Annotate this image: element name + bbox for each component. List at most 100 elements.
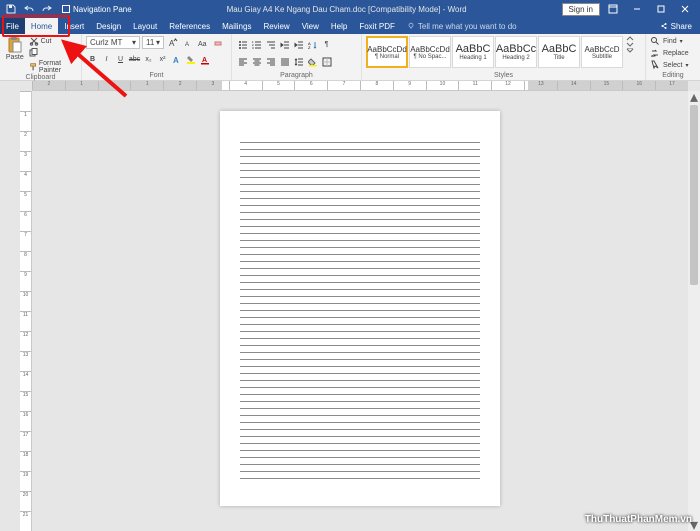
align-center-button[interactable] bbox=[250, 55, 263, 68]
tab-mailings[interactable]: Mailings bbox=[216, 18, 257, 34]
tab-references[interactable]: References bbox=[163, 18, 216, 34]
underline-button[interactable]: U bbox=[114, 53, 127, 66]
shading-button[interactable] bbox=[306, 55, 319, 68]
clear-format-button[interactable] bbox=[211, 36, 224, 49]
style-gallery[interactable]: AaBbCcDd¶ Normal AaBbCcDd¶ No Spac... Aa… bbox=[366, 36, 623, 68]
document-page[interactable] bbox=[220, 111, 500, 506]
minimize-icon[interactable] bbox=[626, 2, 648, 16]
change-case-button[interactable]: Aa bbox=[196, 36, 209, 49]
share-label: Share bbox=[671, 22, 692, 31]
share-button[interactable]: Share bbox=[652, 18, 700, 34]
chevron-down-icon bbox=[626, 42, 634, 47]
replace-button[interactable]: abReplace bbox=[650, 48, 689, 58]
style-heading1[interactable]: AaBbCHeading 1 bbox=[452, 36, 494, 68]
more-icon bbox=[626, 48, 634, 53]
paste-button[interactable]: Paste bbox=[4, 36, 26, 61]
font-size-combo[interactable]: 11▾ bbox=[142, 36, 164, 49]
tab-layout[interactable]: Layout bbox=[127, 18, 163, 34]
window-title: Mau Giay A4 Ke Ngang Dau Cham.doc [Compa… bbox=[132, 5, 562, 14]
highlight-button[interactable] bbox=[184, 53, 197, 66]
decrease-indent-button[interactable] bbox=[278, 38, 291, 51]
svg-text:A: A bbox=[185, 42, 189, 48]
chevron-down-icon: ▾ bbox=[680, 38, 683, 45]
group-font: Curlz MT▾ 11▾ A A Aa B I U abc x₂ x² A A… bbox=[82, 34, 232, 80]
group-clipboard: Paste Cut Copy Format Painter Clipboard bbox=[0, 34, 82, 80]
bold-button[interactable]: B bbox=[86, 53, 99, 66]
font-name-combo[interactable]: Curlz MT▾ bbox=[86, 36, 140, 49]
navigation-pane-toggle[interactable]: Navigation Pane bbox=[62, 5, 132, 14]
style-title[interactable]: AaBbCTitle bbox=[538, 36, 580, 68]
svg-text:A: A bbox=[173, 56, 179, 65]
scroll-up-icon[interactable]: ▴ bbox=[688, 91, 700, 103]
lightbulb-icon bbox=[407, 22, 415, 30]
bullets-button[interactable] bbox=[236, 38, 249, 51]
style-no-spacing[interactable]: AaBbCcDd¶ No Spac... bbox=[409, 36, 451, 68]
chevron-down-icon: ▾ bbox=[156, 38, 160, 47]
show-marks-button[interactable]: ¶ bbox=[320, 38, 333, 51]
cut-button[interactable]: Cut bbox=[29, 36, 77, 46]
text-effects-button[interactable]: A bbox=[170, 53, 183, 66]
group-label-editing: Editing bbox=[650, 72, 696, 80]
style-normal[interactable]: AaBbCcDd¶ Normal bbox=[366, 36, 408, 68]
tab-file[interactable]: File bbox=[0, 18, 25, 34]
vertical-scrollbar[interactable]: ▴ ▾ bbox=[688, 91, 700, 531]
ribbon-options-icon[interactable] bbox=[602, 2, 624, 16]
paste-icon bbox=[6, 36, 24, 54]
sort-button[interactable]: AZ bbox=[306, 38, 319, 51]
maximize-icon[interactable] bbox=[650, 2, 672, 16]
select-button[interactable]: Select▾ bbox=[650, 60, 689, 70]
justify-button[interactable] bbox=[278, 55, 291, 68]
superscript-button[interactable]: x² bbox=[156, 53, 169, 66]
strike-button[interactable]: abc bbox=[128, 53, 141, 66]
copy-button[interactable]: Copy bbox=[29, 48, 77, 58]
paste-label: Paste bbox=[6, 54, 24, 61]
shrink-font-button[interactable]: A bbox=[181, 36, 194, 49]
chevron-down-icon: ▾ bbox=[685, 62, 688, 69]
sign-in-button[interactable]: Sign in bbox=[562, 3, 600, 16]
italic-button[interactable]: I bbox=[100, 53, 113, 66]
line-spacing-button[interactable] bbox=[292, 55, 305, 68]
scroll-thumb[interactable] bbox=[690, 105, 698, 285]
ribbon: Paste Cut Copy Format Painter Clipboard … bbox=[0, 34, 700, 81]
chevron-up-icon bbox=[626, 36, 634, 41]
format-painter-icon bbox=[29, 62, 37, 72]
find-button[interactable]: Find▾ bbox=[650, 36, 689, 46]
multilevel-button[interactable] bbox=[264, 38, 277, 51]
tab-help[interactable]: Help bbox=[325, 18, 353, 34]
align-left-button[interactable] bbox=[236, 55, 249, 68]
subscript-button[interactable]: x₂ bbox=[142, 53, 155, 66]
tab-insert[interactable]: Insert bbox=[58, 18, 90, 34]
tab-view[interactable]: View bbox=[296, 18, 325, 34]
tab-review[interactable]: Review bbox=[257, 18, 295, 34]
tab-home[interactable]: Home bbox=[25, 18, 58, 34]
vertical-ruler[interactable]: 123456789101112131415161718192021 bbox=[20, 91, 32, 531]
numbering-button[interactable]: 123 bbox=[250, 38, 263, 51]
watermark: ThuThuatPhanMem.vn bbox=[585, 514, 692, 525]
style-heading2[interactable]: AaBbCcHeading 2 bbox=[495, 36, 537, 68]
borders-button[interactable] bbox=[320, 55, 333, 68]
grow-font-button[interactable]: A bbox=[166, 36, 179, 49]
cut-icon bbox=[29, 36, 39, 46]
canvas[interactable] bbox=[32, 91, 688, 531]
horizontal-ruler[interactable]: 211234567891011121314151617 bbox=[32, 81, 688, 91]
group-paragraph: 123 AZ ¶ Paragraph bbox=[232, 34, 362, 80]
close-icon[interactable] bbox=[674, 2, 696, 16]
format-painter-button[interactable]: Format Painter bbox=[29, 60, 77, 74]
tab-foxit[interactable]: Foxit PDF bbox=[353, 18, 401, 34]
increase-indent-button[interactable] bbox=[292, 38, 305, 51]
page-content-lines bbox=[240, 136, 480, 481]
svg-text:A: A bbox=[202, 57, 207, 64]
align-right-button[interactable] bbox=[264, 55, 277, 68]
style-subtitle[interactable]: AaBbCcDSubtitle bbox=[581, 36, 623, 68]
tell-me-search[interactable]: Tell me what you want to do bbox=[401, 18, 652, 34]
group-label-font: Font bbox=[86, 72, 227, 80]
document-area: 211234567891011121314151617 123456789101… bbox=[0, 81, 700, 531]
redo-icon[interactable] bbox=[40, 2, 54, 16]
tab-design[interactable]: Design bbox=[90, 18, 127, 34]
style-gallery-more[interactable] bbox=[626, 36, 636, 53]
undo-icon[interactable] bbox=[22, 2, 36, 16]
save-icon[interactable] bbox=[4, 2, 18, 16]
copy-icon bbox=[29, 48, 39, 58]
font-color-button[interactable]: A bbox=[198, 53, 211, 66]
navigation-pane-label: Navigation Pane bbox=[73, 5, 132, 14]
